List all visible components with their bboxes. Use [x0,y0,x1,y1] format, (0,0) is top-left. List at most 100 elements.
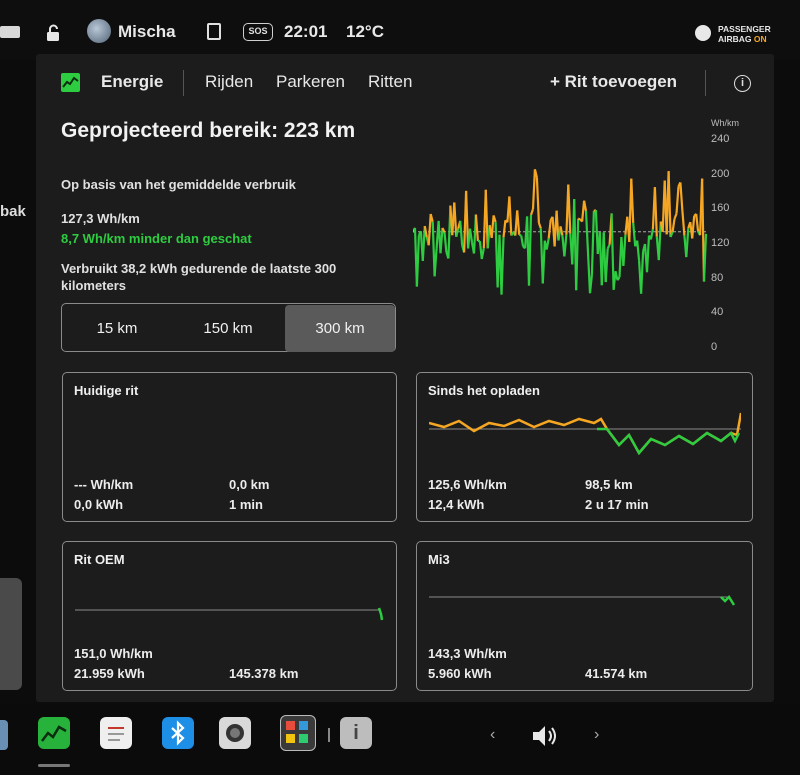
battery-icon [0,26,20,38]
active-app-indicator [38,764,70,767]
trace-segment [577,217,581,221]
tab-divider [183,70,184,96]
trace-segment [657,221,662,261]
mi3-energy: 5.960 kWh [428,666,492,681]
trace-segment [630,178,635,223]
card-title: Sinds het opladen [428,383,540,398]
trace-segment [679,182,684,211]
trace-segment [610,213,615,290]
trace-segment [622,234,627,266]
info-app-icon[interactable]: i [340,717,372,749]
consumption-graph [413,169,708,295]
glovebox-icon[interactable] [207,23,221,40]
volume-icon[interactable] [530,723,562,749]
range-option-15km[interactable]: 15 km [62,305,172,352]
tab-ritten[interactable]: Ritten [368,72,412,92]
info-icon[interactable]: i [734,75,751,92]
sos-badge[interactable]: SOS [243,23,273,41]
trace-segment [583,200,588,212]
trace-segment [537,222,542,229]
current-trip-consumption: --- Wh/km [74,477,134,492]
tab-energie[interactable]: Energie [101,72,163,92]
airbag-line2: AIRBAG [718,34,752,44]
energy-used: Verbruikt 38,2 kWh gedurende de laatste … [61,261,337,293]
avatar[interactable] [87,19,111,43]
since-charge-duration: 2 u 17 min [585,497,649,512]
trace-segment [500,237,505,295]
trace-segment [645,235,651,273]
y-tick-80: 80 [711,272,724,284]
trace-segment [502,220,507,238]
trace-segment [590,210,595,275]
since-charge-sparkline [429,412,741,455]
trip-oem-energy: 21.959 kWh [74,666,145,681]
trace-segment [474,214,479,242]
y-tick-120: 120 [711,237,730,249]
trace-segment [691,215,696,239]
trace-segment [563,234,568,257]
trace-segment [567,184,572,234]
y-tick-40: 40 [711,306,724,318]
y-tick-160: 160 [711,202,730,214]
lock-icon[interactable] [44,24,62,42]
trace-segment [516,210,521,235]
trace-segment [518,233,522,237]
trace-segment [604,248,609,283]
camera-icon[interactable] [219,717,251,749]
dock-edge-icon [0,720,8,750]
profile-name[interactable]: Mischa [118,22,176,42]
trace-segment [547,219,552,239]
mi3-consumption: 143,3 Wh/km [428,646,507,661]
outside-temperature: 12°C [346,22,384,41]
chevron-right-icon[interactable]: › [594,726,599,744]
airbag-line1: PASSENGER [718,24,771,34]
trace-segment [415,235,420,287]
apps-grid-icon[interactable] [280,715,316,751]
trace-segment [427,213,432,246]
mi3-distance: 41.574 km [585,666,648,681]
header-divider [705,70,706,96]
dock-separator [328,728,330,742]
card-current-trip[interactable]: Huidige rit --- Wh/km 0,0 km 0,0 kWh 1 m… [62,372,397,522]
trip-oem-distance: 145.378 km [229,666,299,681]
trace-segment [527,214,533,286]
airbag-icon [695,25,711,41]
card-title: Huidige rit [74,383,139,398]
range-option-150km[interactable]: 150 km [172,305,284,352]
chevron-left-icon[interactable]: ‹ [490,726,495,744]
add-trip-button[interactable]: + Rit toevoegen [550,72,677,92]
trace-segment [459,220,464,246]
airbag-state: ON [753,34,767,44]
clock-time: 22:01 [284,22,328,41]
tab-rijden[interactable]: Rijden [205,72,253,92]
passenger-airbag-status: PASSENGER AIRBAG ON [718,24,771,44]
trace-segment [531,169,536,210]
range-option-300km[interactable]: 300 km [285,305,395,352]
card-trip-oem[interactable]: Rit OEM 151,0 Wh/km 21.959 kWh 145.378 k… [62,541,397,691]
trace-segment [468,228,474,243]
y-tick-0: 0 [711,341,718,353]
since-charge-energy: 12,4 kWh [428,497,485,512]
trace-segment [606,244,611,250]
energy-tab-icon[interactable] [61,73,80,92]
card-since-charge[interactable]: Sinds het opladen 125,6 Wh/km 98,5 km 12… [416,372,753,522]
energy-app-icon[interactable] [38,717,70,749]
current-trip-duration: 1 min [229,497,263,512]
graph-unit-label: Wh/km [711,118,739,128]
trace-segment [667,171,672,238]
trace-segment [681,210,686,236]
trace-segment [671,218,676,232]
bluetooth-icon[interactable] [162,717,194,749]
card-mi3[interactable]: Mi3 143,3 Wh/km 5.960 kWh 41.574 km [416,541,753,691]
trace-segment [535,177,540,223]
left-edge-card [0,578,22,690]
tab-parkeren[interactable]: Parkeren [276,72,345,92]
y-tick-240: 240 [711,133,730,145]
trace-segment [636,240,641,261]
trace-segment [584,210,590,253]
since-charge-consumption: 125,6 Wh/km [428,477,507,492]
notes-app-icon[interactable] [100,717,132,749]
trip-oem-sparkline [75,607,384,621]
current-trip-distance: 0,0 km [229,477,270,492]
trace-segment [480,247,485,260]
